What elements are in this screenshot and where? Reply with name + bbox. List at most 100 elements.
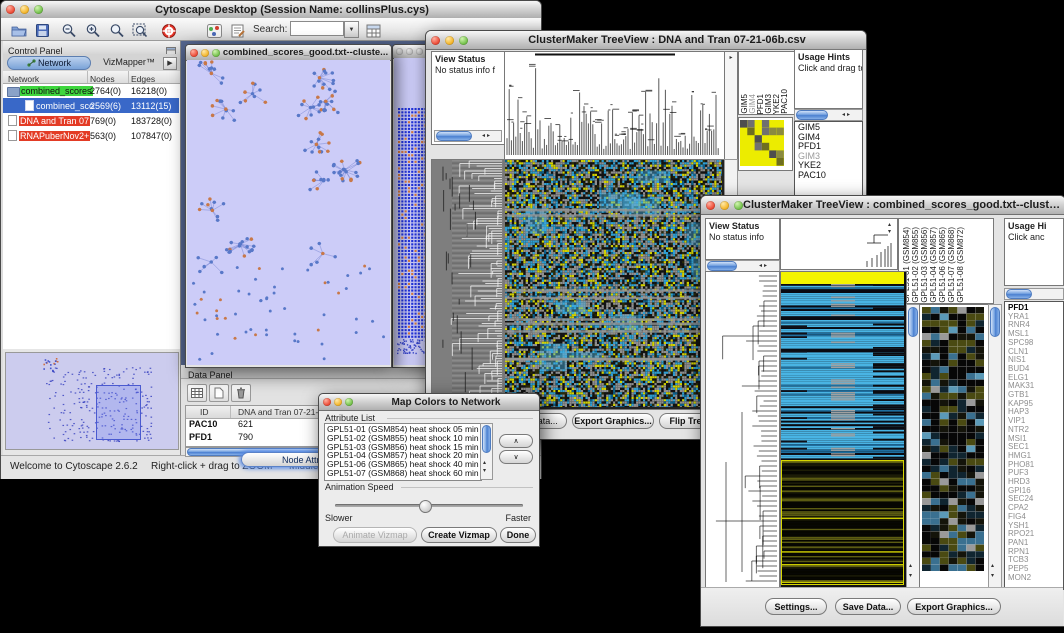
vizmapper-icon[interactable] (204, 21, 224, 40)
slider-thumb[interactable] (419, 500, 432, 513)
search-input[interactable] (290, 21, 344, 36)
treeview1-zoom-view[interactable] (738, 117, 793, 171)
network-row-dna-tran[interactable]: DNA and Tran 07 769(0) 183728(0) (3, 113, 179, 128)
network-row-combined-sco-selected[interactable]: combined_sco 2569(6) 13112(15) (3, 98, 179, 113)
minimize-icon[interactable] (20, 5, 29, 14)
save-data-button[interactable]: Save Data... (835, 598, 901, 615)
zoom-window-icon[interactable] (734, 201, 743, 210)
treeview2-column-labels[interactable]: GPL51-01 (GSM854)GPL51-02 (GSM855)GPL51-… (898, 218, 994, 304)
zoom-selected-icon[interactable] (107, 21, 127, 40)
treeview2-row-dendrogram[interactable] (705, 271, 780, 588)
scroll-up-icon[interactable]: ▴ (888, 222, 891, 228)
treeview2-column-dendrogram[interactable] (780, 218, 898, 270)
attr-col-id[interactable]: ID (200, 407, 209, 417)
close-icon[interactable] (396, 48, 403, 55)
treeview1-column-dendrogram[interactable] (504, 51, 725, 160)
done-button[interactable]: Done (500, 527, 536, 543)
export-graphics-button[interactable]: Export Graphics... (907, 598, 1001, 615)
attribute-list[interactable]: GPL51-01 (GSM854) heat shock 05 minGPL51… (324, 423, 482, 481)
scroll-right-icon[interactable]: ▸ (847, 112, 850, 118)
close-icon[interactable] (431, 36, 440, 45)
animation-speed-slider[interactable] (335, 500, 523, 512)
treeview2-heatmap[interactable] (780, 271, 907, 588)
usage-hints-hscrollbar[interactable]: ◂ ▸ (794, 109, 863, 121)
scroll-down-icon[interactable]: ▾ (909, 573, 912, 579)
scrollbar-thumb[interactable] (707, 261, 737, 271)
column-label[interactable]: GPL51-08 (GSM872) (957, 227, 965, 303)
scroll-right-icon[interactable]: ▸ (725, 55, 737, 61)
export-graphics-button[interactable]: Export Graphics... (572, 413, 654, 429)
attribute-item[interactable]: GPL51-07 (GSM868) heat shock 60 min (325, 469, 481, 478)
window-a-title-bar[interactable]: combined_scores_good.txt--cluste... (186, 45, 391, 61)
gene-label[interactable]: MON2 (1005, 574, 1063, 583)
zoom-fit-icon[interactable] (130, 21, 150, 40)
help-lifebuoy-icon[interactable] (159, 21, 179, 40)
animate-vizmap-button[interactable]: Animate Vizmap (333, 527, 417, 543)
column-label[interactable]: GPL51-06 (GSM865) (939, 227, 947, 303)
attribute-browser-icon[interactable] (363, 21, 383, 40)
move-down-button[interactable]: ∨ (499, 450, 533, 464)
scrollbar-thumb[interactable] (908, 307, 918, 337)
gene-label[interactable]: PAC10 (795, 171, 862, 181)
attribute-item[interactable]: GPL51-02 (GSM855) heat shock 10 min (325, 434, 481, 443)
zoom-in-icon[interactable] (83, 21, 103, 40)
create-vizmap-button[interactable]: Create Vizmap (421, 527, 497, 543)
attribute-item[interactable]: GPL51-03 (GSM856) heat shock 15 min (325, 443, 481, 452)
tabs-overflow-icon[interactable]: ▶ (163, 57, 177, 70)
scroll-right-icon[interactable]: ▸ (487, 133, 490, 139)
close-icon[interactable] (190, 49, 198, 57)
scrollbar-thumb[interactable] (796, 110, 828, 120)
column-label[interactable]: GPL51-03 (GSM856) (921, 227, 929, 303)
treeview1-row-dendrogram[interactable] (431, 159, 504, 410)
network-view-a[interactable] (187, 60, 390, 365)
main-title-bar[interactable]: Cytoscape Desktop (Session Name: collins… (1, 1, 541, 19)
new-attribute-icon[interactable] (209, 384, 229, 402)
treeview2-gene-list[interactable]: PFD1YRA1RNR4MSL1SPC98CLN1NIS1BUD4ELG1MAK… (1004, 301, 1064, 590)
scroll-up-icon[interactable]: ▴ (909, 563, 912, 569)
treeview2-zoom-vscrollbar[interactable]: ▴ ▾ (988, 304, 1002, 588)
attribute-item[interactable]: GPL51-01 (GSM854) heat shock 05 min (325, 425, 481, 434)
scrollbar-thumb[interactable] (1006, 289, 1032, 299)
annotation-icon[interactable] (228, 21, 248, 40)
attribute-item[interactable]: GPL51-06 (GSM865) heat shock 40 min (325, 460, 481, 469)
zoom-out-icon[interactable] (59, 21, 79, 40)
treeview2-zoom-view[interactable] (919, 304, 989, 588)
move-up-button[interactable]: ∧ (499, 434, 533, 448)
settings-button[interactable]: Settings... (765, 598, 827, 615)
tab-vizmapper[interactable]: VizMapper™ (95, 56, 163, 68)
scroll-down-icon[interactable]: ▾ (991, 573, 994, 579)
column-label[interactable]: PAC10 (781, 89, 789, 114)
treeview1-splitter-strip[interactable]: ▸ (724, 51, 738, 160)
minimize-icon[interactable] (445, 36, 454, 45)
scroll-left-icon[interactable]: ◂ (842, 112, 845, 118)
minimize-icon[interactable] (334, 398, 342, 406)
minimize-icon[interactable] (201, 49, 209, 57)
zoom-window-icon[interactable] (459, 36, 468, 45)
scroll-down-icon[interactable]: ▾ (888, 229, 891, 235)
open-file-icon[interactable] (9, 21, 29, 40)
scroll-right-icon[interactable]: ▸ (764, 263, 767, 269)
attr-col-name[interactable]: DNA and Tran 07-21-06 (238, 407, 328, 417)
delete-attribute-icon[interactable] (231, 384, 251, 402)
treeview1-heatmap[interactable] (504, 159, 725, 410)
tab-network[interactable]: Network (7, 56, 91, 70)
scroll-down-icon[interactable]: ▾ (483, 468, 486, 474)
scrollbar-thumb[interactable] (482, 425, 491, 453)
zoom-window-icon[interactable] (212, 49, 220, 57)
close-icon[interactable] (6, 5, 15, 14)
treeview2-title-bar[interactable]: ClusterMaker TreeView : combined_scores_… (701, 196, 1064, 215)
network-row-combined-scores[interactable]: combined_scores 2764(0) 16218(0) (3, 83, 179, 98)
grid-view-icon[interactable] (187, 384, 207, 402)
column-label[interactable]: GPL51-02 (GSM855) (912, 227, 920, 303)
save-icon[interactable] (32, 21, 52, 40)
usage-hints-hscrollbar[interactable] (1004, 288, 1064, 300)
minimize-icon[interactable] (720, 201, 729, 210)
column-label[interactable]: GPL51-04 (GSM857) (930, 227, 938, 303)
column-label[interactable]: GPL51-07 (GSM868) (948, 227, 956, 303)
zoom-window-icon[interactable] (34, 5, 43, 14)
treeview1-column-labels[interactable]: GIM5GIM4PFD1GIM3YKE2PAC10 (738, 51, 795, 115)
scrollbar-thumb[interactable] (436, 131, 472, 141)
scroll-up-icon[interactable]: ▴ (991, 563, 994, 569)
zoom-window-icon[interactable] (345, 398, 353, 406)
network-row-rnapuber[interactable]: RNAPuberNov2+ 563(0) 107847(0) (3, 128, 179, 143)
